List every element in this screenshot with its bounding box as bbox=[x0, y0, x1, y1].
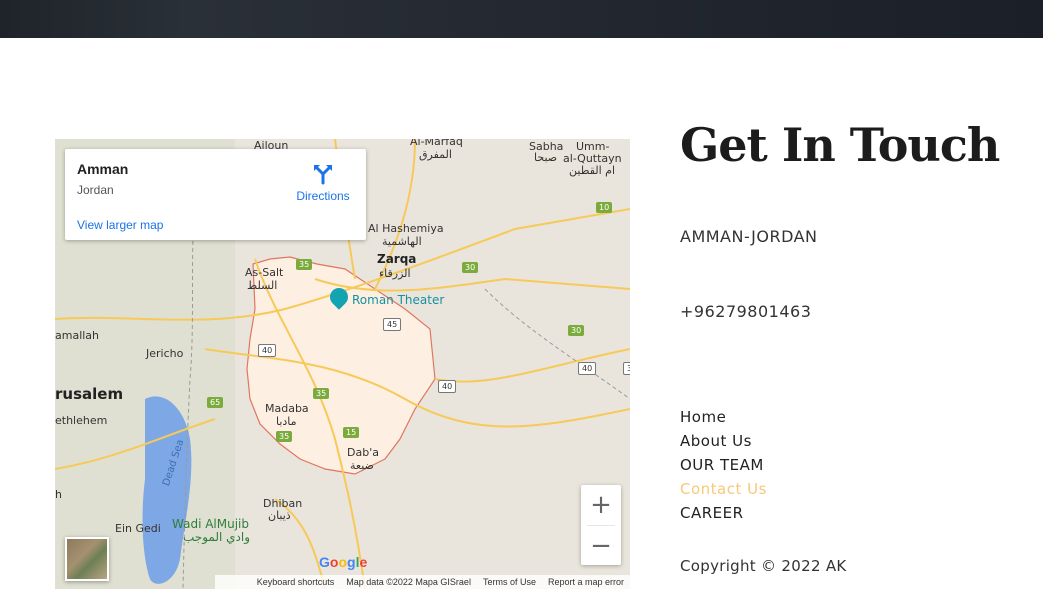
map-label-ramallah: amallah bbox=[55, 329, 100, 342]
map-label-dhiban-ar: ذيبان bbox=[268, 509, 291, 522]
nav-link-career[interactable]: CAREER bbox=[680, 504, 744, 522]
nav-link-home[interactable]: Home bbox=[680, 408, 726, 426]
map-label-ein-gedi: Ein Gedi bbox=[115, 522, 161, 535]
zoom-in-button[interactable]: + bbox=[581, 485, 621, 525]
satellite-toggle-button[interactable] bbox=[65, 537, 109, 581]
map-label-zarqa: Zarqa bbox=[377, 252, 417, 266]
view-larger-map-link[interactable]: View larger map bbox=[77, 218, 163, 232]
report-map-error-link[interactable]: Report a map error bbox=[548, 577, 624, 587]
route-shield-30-east: 30 bbox=[568, 325, 585, 336]
banner-code-decoration bbox=[560, 0, 1043, 37]
route-shield-45: 45 bbox=[383, 318, 402, 331]
route-shield-10: 10 bbox=[596, 202, 613, 213]
contact-heading: Get In Touch bbox=[680, 118, 1000, 172]
footer-nav: Home About Us OUR TEAM Contact Us CAREER bbox=[680, 408, 767, 528]
map-label-jerusalem: rusalem bbox=[55, 385, 124, 403]
keyboard-shortcuts-link[interactable]: Keyboard shortcuts bbox=[257, 577, 335, 587]
map-label-as-salt: As-Salt bbox=[245, 266, 284, 279]
route-shield-35: 35 bbox=[296, 259, 313, 270]
map-label-bethlehem: ethlehem bbox=[55, 414, 108, 427]
nav-link-about[interactable]: About Us bbox=[680, 432, 752, 450]
map-label-dhaba: Dab'a bbox=[347, 446, 379, 459]
map-label-wadi-almujib: Wadi AlMujib bbox=[172, 517, 250, 531]
directions-icon bbox=[314, 165, 332, 185]
map-label-dhaba-ar: ضبعة bbox=[350, 459, 374, 472]
map-info-card: Amman Jordan View larger map Directions bbox=[65, 149, 366, 240]
map-label-umm-al-quttayn-ar: ام القطين bbox=[569, 164, 616, 177]
map-label-sabha-ar: صبحا bbox=[534, 151, 558, 164]
route-shield-35-south: 35 bbox=[313, 388, 330, 399]
place-country: Jordan bbox=[77, 183, 114, 197]
map-data-credit: Map data ©2022 Mapa GISrael bbox=[346, 577, 471, 587]
map-label-as-salt-ar: السلط bbox=[247, 279, 278, 292]
route-shield-15: 15 bbox=[343, 427, 360, 438]
route-shield-40-far-east: 40 bbox=[578, 362, 597, 375]
map-label-al-mafraq-ar: المفرق bbox=[419, 148, 452, 161]
map-label-madaba-ar: مادبا bbox=[276, 415, 297, 428]
copyright-text: Copyright © 2022 AK bbox=[680, 557, 847, 575]
terms-of-use-link[interactable]: Terms of Use bbox=[483, 577, 536, 587]
route-shield-30: 30 bbox=[462, 262, 479, 273]
contact-phone[interactable]: +96279801463 bbox=[680, 302, 811, 321]
map-label-al-hashemiya-ar: الهاشمية bbox=[382, 235, 422, 248]
contact-location: AMMAN-JORDAN bbox=[680, 227, 818, 246]
map-label-h: h bbox=[55, 488, 62, 501]
nav-item-about: About Us bbox=[680, 432, 767, 456]
nav-link-our-team[interactable]: OUR TEAM bbox=[680, 456, 764, 474]
directions-label: Directions bbox=[296, 189, 350, 203]
nav-item-team: OUR TEAM bbox=[680, 456, 767, 480]
top-banner bbox=[0, 0, 1043, 38]
map-label-madaba: Madaba bbox=[265, 402, 309, 415]
map-label-al-mafraq: Al-Marfaq bbox=[410, 139, 463, 148]
directions-button[interactable]: Directions bbox=[293, 163, 353, 205]
map-label-jericho: Jericho bbox=[146, 347, 184, 360]
nav-item-home: Home bbox=[680, 408, 767, 432]
route-shield-40-east: 40 bbox=[438, 380, 457, 393]
poi-roman-theater[interactable]: Roman Theater bbox=[352, 293, 444, 307]
nav-link-contact-us[interactable]: Contact Us bbox=[680, 480, 767, 498]
map-label-zarqa-ar: الزرقاء bbox=[379, 267, 411, 280]
route-shield-65: 65 bbox=[207, 397, 224, 408]
route-shield-40: 40 bbox=[258, 344, 277, 357]
zoom-out-button[interactable]: − bbox=[581, 526, 621, 566]
route-shield-35-madaba: 35 bbox=[276, 431, 293, 442]
map-label-al-hashemiya: Al Hashemiya bbox=[368, 222, 444, 235]
place-name: Amman bbox=[77, 161, 129, 177]
google-logo: Google bbox=[319, 554, 368, 570]
map-attribution-bar: Keyboard shortcuts Map data ©2022 Mapa G… bbox=[215, 575, 630, 589]
nav-item-career: CAREER bbox=[680, 504, 767, 528]
zoom-controls: + − bbox=[581, 485, 621, 565]
embedded-map[interactable]: Ailoun Al-Marfaq المفرق Sabha صبحا Umm- … bbox=[55, 139, 630, 589]
nav-item-contact: Contact Us bbox=[680, 480, 767, 504]
map-label-wadi-almujib-ar: وادي الموجب bbox=[183, 530, 251, 544]
route-shield-3: 3 bbox=[623, 362, 630, 375]
